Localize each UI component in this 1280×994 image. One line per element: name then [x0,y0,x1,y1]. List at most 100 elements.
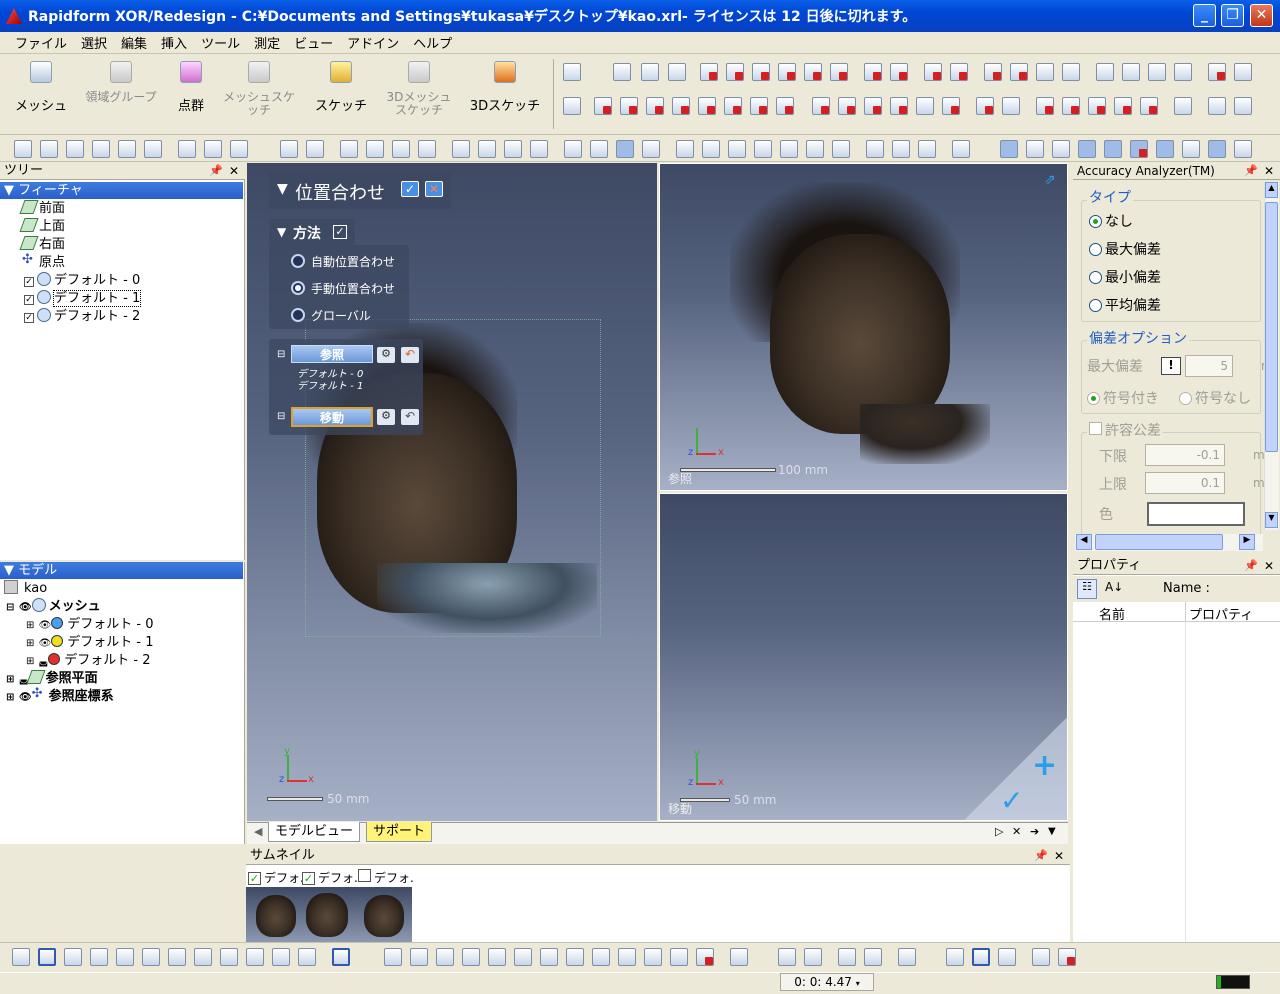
menu-edit[interactable]: 編集 [114,33,154,52]
collapse-icon[interactable]: ⊟ [277,411,285,422]
select-freeform-icon[interactable] [116,948,134,966]
view-cube-icon[interactable] [728,140,746,158]
eye-icon[interactable]: 👁 [39,638,52,649]
filter-vertex-icon[interactable] [462,948,480,966]
select-line-icon[interactable] [12,948,30,966]
filter-vertex-icon[interactable] [436,948,454,966]
model-mesh-default-2[interactable]: ⊞ ◛ デフォルト - 2 [26,652,150,670]
feature-tool-icon[interactable] [1062,97,1080,115]
feature-tool-icon[interactable] [1002,97,1020,115]
pin-icon[interactable]: 📌 [209,162,223,180]
tree-item-origin[interactable]: 原点 [22,251,65,272]
view-option-icon[interactable] [804,948,822,966]
snap-icon[interactable] [998,948,1016,966]
expand-icon[interactable]: ⊞ [6,674,14,685]
feature-tool-icon[interactable] [812,97,830,115]
close-button[interactable]: ✕ [1250,4,1273,27]
mesh-mode-button[interactable]: メッシュ [4,61,78,114]
tree-item-default-1[interactable]: ✓ デフォルト - 1 [24,290,142,308]
open-file-icon[interactable] [40,140,58,158]
menu-help[interactable]: ヘルプ [406,33,459,52]
region-group-mode-button[interactable]: 領域グループ [84,61,158,104]
move-select-box[interactable]: 移動 [291,407,373,427]
reference-viewport[interactable]: ⇗ x z 100 mm 参照 [659,163,1068,491]
next-tab-icon[interactable]: ➔ [1030,825,1039,838]
undo-icon[interactable] [178,140,196,158]
eye-visibility-icon[interactable] [1234,140,1252,158]
feature-tool-icon[interactable] [1036,63,1054,81]
display-mode-icon[interactable] [616,140,634,158]
feature-tool-icon[interactable] [1088,97,1106,115]
section-icon[interactable] [892,140,910,158]
add-plus-icon[interactable]: + [1032,748,1057,783]
feature-tool-icon[interactable] [1010,63,1028,81]
select-rectangle-icon[interactable] [38,948,56,966]
menu-file[interactable]: ファイル [8,33,74,52]
pin-icon[interactable]: 📌 [1244,557,1258,575]
feature-tool-icon[interactable] [976,97,994,115]
menu-select[interactable]: 選択 [74,33,114,52]
package-icon[interactable] [144,140,162,158]
signed-radio[interactable]: 符号付き [1087,388,1159,408]
feature-tool-icon[interactable] [1114,97,1132,115]
filter-face-icon[interactable] [540,948,558,966]
close-icon[interactable]: ✕ [229,162,239,180]
select-extend-icon[interactable] [194,948,212,966]
visible-only-icon[interactable] [332,948,350,966]
feature-tool-icon[interactable] [752,63,770,81]
display-mode-icon[interactable] [642,140,660,158]
section-icon[interactable] [918,140,936,158]
feature-tool-icon[interactable] [776,97,794,115]
pin-icon[interactable]: 📌 [1034,847,1048,865]
feature-tool-icon[interactable] [950,63,968,81]
eye-visibility-icon[interactable] [1130,140,1148,158]
link-icon[interactable] [1032,948,1050,966]
thumbnail-item-2[interactable]: デフォ. [358,869,414,886]
axis-tool-icon[interactable] [613,63,631,81]
expand-icon[interactable]: ⊞ [26,620,34,631]
tolerance-checkbox[interactable]: 許容公差 [1087,420,1163,440]
select-sphere-icon[interactable] [298,948,316,966]
feature-tool-icon[interactable] [646,97,664,115]
3d-sketch-mode-button[interactable]: 3Dスケッチ [468,61,542,114]
feature-tool-icon[interactable] [1096,63,1114,81]
view-icon[interactable] [280,140,298,158]
select-brush-icon[interactable] [142,948,160,966]
feature-tool-icon[interactable] [1234,63,1252,81]
feature-tool-icon[interactable] [890,97,908,115]
pan-icon[interactable] [452,140,470,158]
feature-tool-icon[interactable] [984,63,1002,81]
import-icon[interactable] [92,140,110,158]
view-cube-icon[interactable] [780,140,798,158]
collapse-icon[interactable]: ⊟ [277,349,285,360]
thumbnail-checkbox[interactable]: ✓ [302,872,315,885]
collapse-arrow-icon[interactable]: ▼ [277,181,288,197]
plane-tool-icon[interactable] [563,63,581,81]
eye-visibility-icon[interactable] [1078,140,1096,158]
eye-icon[interactable]: 👁 [19,602,32,613]
filter-face-icon[interactable] [670,948,688,966]
categorized-icon[interactable]: ☷ [1077,579,1097,599]
feature-tool-icon[interactable] [726,63,744,81]
select-paint-icon[interactable] [168,948,186,966]
filter-face-icon[interactable] [592,948,610,966]
snap-icon[interactable] [946,948,964,966]
ok-check-button[interactable]: ✓ [401,181,419,197]
filter-face-icon[interactable] [644,948,662,966]
feature-tool-icon[interactable] [838,97,856,115]
auto-align-option[interactable]: 自動位置合わせ [291,253,395,270]
feature-tool-icon[interactable] [864,63,882,81]
hidden-eye-icon[interactable]: ◛ [39,656,49,667]
thumbnail-item-1[interactable]: ✓ デフォ. [302,869,358,886]
rotate-view-icon[interactable] [478,140,496,158]
model-ref-coords[interactable]: ⊞ 👁参照座標系 [6,685,114,706]
feature-tool-icon[interactable] [830,63,848,81]
select-extend-icon[interactable] [220,948,238,966]
eye-visibility-icon[interactable] [1000,140,1018,158]
feature-tool-icon[interactable] [672,97,690,115]
menu-tools[interactable]: ツール [194,33,247,52]
feature-tool-icon[interactable] [620,97,638,115]
expand-icon[interactable]: ⊞ [26,656,34,667]
scroll-right-icon[interactable]: ▷ [995,825,1003,838]
scroll-down-icon[interactable]: ▼ [1265,512,1278,528]
